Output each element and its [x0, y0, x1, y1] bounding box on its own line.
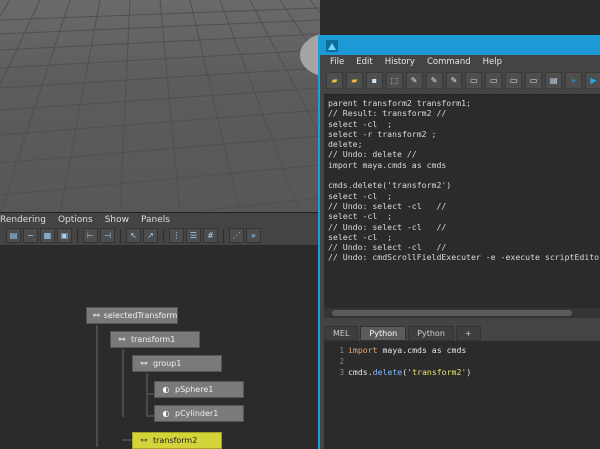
node-group1[interactable]: ⚯ group1 [132, 355, 222, 372]
menu-history[interactable]: History [385, 57, 415, 67]
node-label: transform2 [153, 436, 198, 445]
frame-all-icon[interactable]: ▣ [57, 228, 72, 243]
expand-icon[interactable]: ⊣ [100, 228, 115, 243]
mesh-icon: ◐ [162, 408, 170, 418]
code-text-segment: ) [466, 367, 472, 377]
hierarchy-line [146, 373, 148, 417]
sphere-object[interactable] [300, 33, 320, 77]
node-psphere1[interactable]: ◐ pSphere1 [154, 381, 244, 398]
node-transform2[interactable]: ⚯ transform2 [132, 432, 222, 449]
grid-icon[interactable]: # [203, 228, 218, 243]
transform-icon: ⚯ [140, 435, 148, 445]
menu-edit[interactable]: Edit [356, 57, 372, 67]
code-text-segment: cmds. [348, 367, 373, 377]
snap-icon[interactable]: ⋰ [229, 228, 244, 243]
node-selectedtransform[interactable]: ⚯ selectedTransform [86, 307, 178, 324]
node-label: transform1 [131, 335, 176, 344]
transform-icon: ⚯ [118, 334, 126, 344]
toolbar-divider [223, 228, 224, 243]
hierarchy-icon[interactable]: ⊢ [83, 228, 98, 243]
clear-all-icon[interactable]: ✎ [445, 72, 463, 89]
clear-history-icon[interactable]: ✎ [405, 72, 423, 89]
show-both-icon[interactable]: ▭ [505, 72, 523, 89]
code-keyword: import [348, 345, 378, 355]
select-arrow-icon[interactable]: ↖ [126, 228, 141, 243]
code-string: 'transform2' [407, 367, 467, 377]
tab-python-2[interactable]: Python [408, 326, 454, 341]
graph-input-output-icon[interactable]: ▤ [6, 228, 21, 243]
list-icon[interactable]: ☰ [186, 228, 201, 243]
hierarchy-line [122, 349, 124, 417]
script-editor-menubar: File Edit History Command Help [320, 55, 600, 69]
show-history-icon[interactable]: ▭ [465, 72, 483, 89]
add-tab-button[interactable]: + [455, 326, 481, 341]
node-editor-menubar: Rendering Options Show Panels [0, 212, 320, 227]
execute-icon[interactable]: ▶ [584, 72, 600, 89]
viewport-3d[interactable] [0, 0, 320, 213]
execute-all-icon[interactable]: » [565, 72, 582, 89]
attribute-icon[interactable]: ⋮ [169, 228, 184, 243]
menu-rendering[interactable]: Rendering [0, 215, 46, 225]
hierarchy-line [122, 439, 132, 441]
code-text-segment: maya.cmds as cmds [377, 345, 467, 355]
toolbar-divider [77, 228, 78, 243]
node-graph-area[interactable]: ⚯ selectedTransform ⚯ transform1 ⚯ group… [0, 247, 320, 449]
node-label: pSphere1 [175, 385, 214, 394]
node-label: selectedTransform [103, 311, 178, 320]
tab-mel[interactable]: MEL [324, 326, 359, 341]
script-editor-window: File Edit History Command Help ▰ ▰ ▪ ⬚ ✎… [318, 35, 600, 449]
perspective-grid [0, 0, 320, 213]
menu-help[interactable]: Help [483, 57, 502, 67]
hierarchy-line [96, 325, 98, 447]
node-transform1[interactable]: ⚯ transform1 [110, 331, 200, 348]
history-pane[interactable]: parent transform2 transform1; // Result:… [324, 94, 600, 309]
menu-file[interactable]: File [330, 57, 344, 67]
scrollbar-thumb[interactable] [332, 310, 572, 316]
tab-python-1[interactable]: Python [360, 326, 407, 341]
more-tools-icon[interactable]: » [246, 228, 261, 243]
node-label: pCylinder1 [175, 409, 219, 418]
script-editor-toolbar: ▰ ▰ ▪ ⬚ ✎ ✎ ✎ ▭ ▭ ▭ ▭ ▤ » ▶ [320, 69, 600, 92]
mesh-icon: ◐ [162, 384, 170, 394]
transform-icon: ⚯ [93, 310, 100, 320]
source-script-icon[interactable]: ▰ [345, 72, 363, 89]
node-pcylinder1[interactable]: ◐ pCylinder1 [154, 405, 244, 422]
code-function: delete [372, 367, 403, 377]
menu-command[interactable]: Command [427, 57, 471, 67]
node-editor-toolbar: ▤ − ▦ ▣ ⊢ ⊣ ↖ ↗ ⋮ ☰ # ⋰ » [0, 226, 320, 246]
graph-layout-icon[interactable]: ▦ [40, 228, 55, 243]
pick-walk-icon[interactable]: ↗ [143, 228, 158, 243]
history-horizontal-scrollbar[interactable] [324, 308, 600, 318]
menu-show[interactable]: Show [105, 215, 129, 225]
menu-options[interactable]: Options [58, 215, 93, 225]
transform-icon: ⚯ [140, 358, 148, 368]
save-script-icon[interactable]: ▪ [365, 72, 383, 89]
script-input-pane[interactable]: 1 2 3 import maya.cmds as cmds cmds.dele… [324, 341, 600, 449]
save-to-shelf-icon[interactable]: ⬚ [385, 72, 403, 89]
remove-graph-icon[interactable]: − [23, 228, 38, 243]
maya-logo-icon [326, 40, 338, 52]
line-numbers-icon[interactable]: ▤ [545, 72, 563, 89]
clear-input-icon[interactable]: ✎ [425, 72, 443, 89]
history-text: parent transform2 transform1; // Result:… [328, 98, 600, 263]
script-tabs: MEL Python Python + [324, 326, 600, 341]
node-label: group1 [153, 359, 182, 368]
echo-commands-icon[interactable]: ▭ [525, 72, 543, 89]
code-text[interactable]: import maya.cmds as cmds cmds.delete('tr… [348, 345, 471, 378]
menu-panels[interactable]: Panels [141, 215, 170, 225]
toolbar-divider [120, 228, 121, 243]
script-editor-titlebar[interactable] [320, 37, 600, 55]
show-input-icon[interactable]: ▭ [485, 72, 503, 89]
toolbar-divider [163, 228, 164, 243]
line-numbers: 1 2 3 [339, 346, 344, 377]
open-script-icon[interactable]: ▰ [326, 72, 343, 89]
